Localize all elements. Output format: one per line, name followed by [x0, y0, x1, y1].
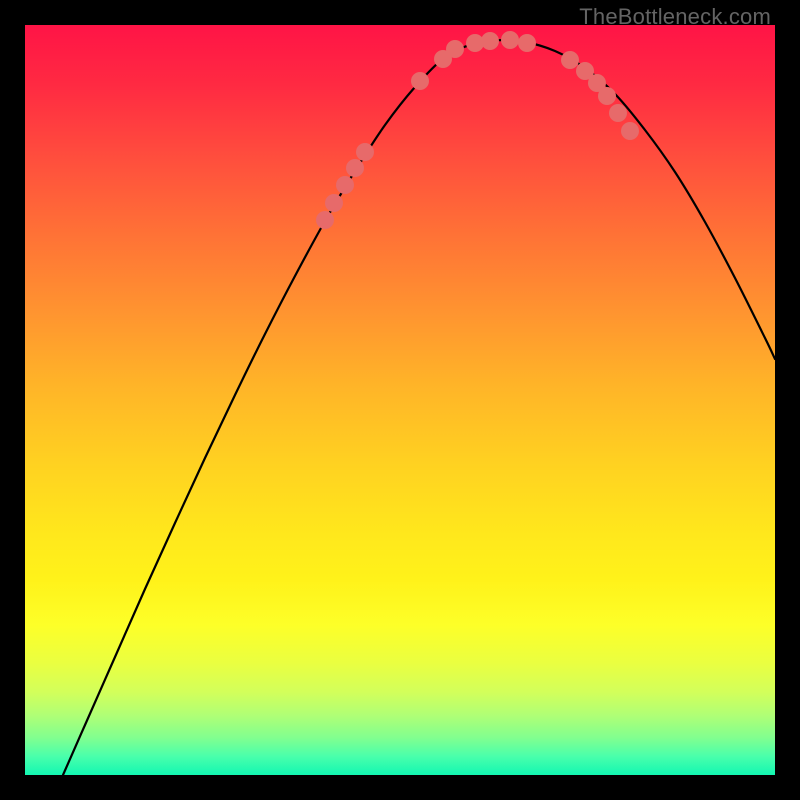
- gradient-background: [25, 25, 775, 775]
- data-marker: [598, 87, 616, 105]
- chart-canvas: [25, 25, 775, 775]
- data-marker: [346, 159, 364, 177]
- data-marker: [316, 211, 334, 229]
- watermark-text: TheBottleneck.com: [579, 4, 771, 30]
- data-marker: [518, 34, 536, 52]
- data-marker: [501, 31, 519, 49]
- data-marker: [446, 40, 464, 58]
- data-marker: [481, 32, 499, 50]
- data-marker: [411, 72, 429, 90]
- chart-frame: [25, 25, 775, 775]
- data-marker: [325, 194, 343, 212]
- data-marker: [609, 104, 627, 122]
- data-marker: [336, 176, 354, 194]
- data-marker: [621, 122, 639, 140]
- data-marker: [356, 143, 374, 161]
- data-marker: [561, 51, 579, 69]
